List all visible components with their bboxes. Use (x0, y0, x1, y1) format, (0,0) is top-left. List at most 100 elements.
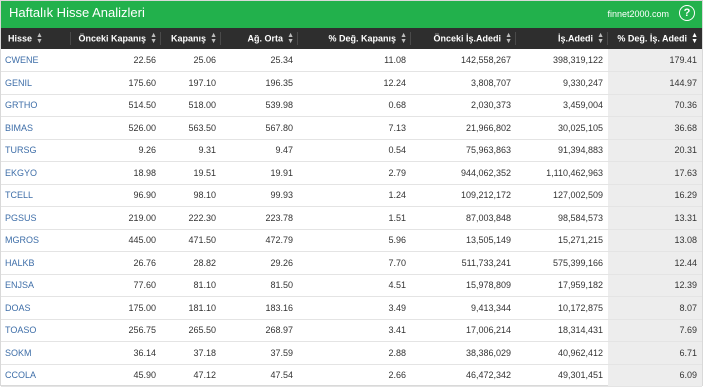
sort-icon: ▲ ▼ (400, 31, 407, 45)
stock-symbol-link[interactable]: CCOLA (1, 364, 71, 387)
volume-cell: 127,002,509 (516, 184, 608, 207)
table-header-row: Hisse ▲ ▼ Önceki Kapanış ▲ ▼ Kapanış ▲ ▼ Ağ. O… (1, 28, 702, 49)
close-change-cell: 0.54 (298, 139, 411, 162)
table-row: HALKB 26.76 28.82 29.26 7.70 511,733,241 575,3… (1, 251, 702, 275)
prev-volume-cell: 511,733,241 (411, 251, 516, 275)
volume-change-cell: 8.07 (608, 296, 702, 320)
close-cell: 9.31 (161, 139, 221, 162)
table-row: CCOLA 45.90 47.12 47.54 2.66 46,472,342 49,301… (1, 364, 702, 387)
column-header-deg-is-adedi[interactable]: % Değ. İş. Adedi ▲ ▼ (608, 28, 702, 49)
close-cell: 47.12 (161, 364, 221, 387)
prev-volume-cell: 75,963,863 (411, 139, 516, 162)
weighted-avg-cell: 29.26 (221, 251, 298, 275)
table-row: TURSG 9.26 9.31 9.47 0.54 75,963,863 91,394,88… (1, 139, 702, 162)
stock-symbol-link[interactable]: GRTHO (1, 94, 71, 117)
stock-symbol-link[interactable]: SOKM (1, 341, 71, 365)
volume-change-cell: 6.09 (608, 364, 702, 387)
stock-symbol-link[interactable]: GENIL (1, 71, 71, 95)
stock-symbol-link[interactable]: ENJSA (1, 274, 71, 297)
weighted-avg-cell: 81.50 (221, 274, 298, 297)
weighted-avg-cell: 25.34 (221, 49, 298, 72)
column-header-hisse[interactable]: Hisse ▲ ▼ (1, 28, 71, 49)
column-header-ag-orta[interactable]: Ağ. Orta ▲ ▼ (221, 28, 298, 49)
stock-symbol-link[interactable]: HALKB (1, 251, 71, 275)
column-header-onceki-is-adedi[interactable]: Önceki İş.Adedi ▲ ▼ (411, 28, 516, 49)
volume-cell: 49,301,451 (516, 364, 608, 387)
close-cell: 28.82 (161, 251, 221, 275)
close-cell: 563.50 (161, 116, 221, 140)
stock-symbol-link[interactable]: CWENE (1, 49, 71, 72)
stock-symbol-link[interactable]: BIMAS (1, 116, 71, 140)
table-body: CWENE 22.56 25.06 25.34 11.08 142,558,267 398,… (1, 49, 702, 387)
volume-change-cell: 12.39 (608, 274, 702, 297)
stock-symbol-link[interactable]: PGSUS (1, 206, 71, 230)
volume-cell: 98,584,573 (516, 206, 608, 230)
column-header-label: % Değ. İş. Adedi (617, 32, 688, 43)
volume-cell: 91,394,883 (516, 139, 608, 162)
volume-change-cell: 70.36 (608, 94, 702, 117)
weighted-avg-cell: 183.16 (221, 296, 298, 320)
volume-change-cell: 16.29 (608, 184, 702, 207)
stock-symbol-link[interactable]: TCELL (1, 184, 71, 207)
prev-close-cell: 514.50 (71, 94, 161, 117)
stock-symbol-link[interactable]: DOAS (1, 296, 71, 320)
brand-label: finnet2000.com (607, 9, 669, 19)
stock-symbol-link[interactable]: TOASO (1, 319, 71, 342)
column-header-kapanis[interactable]: Kapanış ▲ ▼ (161, 28, 221, 49)
sort-icon: ▲ ▼ (287, 31, 294, 45)
stock-symbol-link[interactable]: MGROS (1, 229, 71, 252)
weighted-avg-cell: 99.93 (221, 184, 298, 207)
sort-icon: ▲ ▼ (597, 31, 604, 45)
prev-volume-cell: 46,472,342 (411, 364, 516, 387)
sort-icon: ▲ ▼ (36, 31, 43, 45)
volume-change-cell: 6.71 (608, 341, 702, 365)
volume-cell: 9,330,247 (516, 71, 608, 95)
prev-close-cell: 9.26 (71, 139, 161, 162)
prev-close-cell: 36.14 (71, 341, 161, 365)
widget-title-bar: Haftalık Hisse Analizleri finnet2000.com… (1, 1, 702, 28)
close-cell: 197.10 (161, 71, 221, 95)
column-header-deg-kapanis[interactable]: % Değ. Kapanış ▲ ▼ (298, 28, 411, 49)
close-cell: 222.30 (161, 206, 221, 230)
close-change-cell: 1.24 (298, 184, 411, 207)
volume-change-cell: 20.31 (608, 139, 702, 162)
prev-close-cell: 45.90 (71, 364, 161, 387)
close-change-cell: 5.96 (298, 229, 411, 252)
column-header-is-adedi[interactable]: İş.Adedi ▲ ▼ (516, 28, 608, 49)
help-icon[interactable]: ? (679, 5, 695, 21)
prev-close-cell: 96.90 (71, 184, 161, 207)
prev-volume-cell: 3,808,707 (411, 71, 516, 95)
close-change-cell: 12.24 (298, 71, 411, 95)
weighted-avg-cell: 567.80 (221, 116, 298, 140)
volume-change-cell: 17.63 (608, 161, 702, 185)
prev-volume-cell: 13,505,149 (411, 229, 516, 252)
prev-close-cell: 22.56 (71, 49, 161, 72)
volume-cell: 40,962,412 (516, 341, 608, 365)
column-header-label: Kapanış (171, 32, 207, 43)
prev-close-cell: 26.76 (71, 251, 161, 275)
stock-symbol-link[interactable]: TURSG (1, 139, 71, 162)
volume-cell: 10,172,875 (516, 296, 608, 320)
stock-analysis-table: Hisse ▲ ▼ Önceki Kapanış ▲ ▼ Kapanış ▲ ▼ Ağ. O… (1, 28, 702, 387)
table-row: ENJSA 77.60 81.10 81.50 4.51 15,978,809 17,959… (1, 274, 702, 297)
stock-symbol-link[interactable]: EKGYO (1, 161, 71, 185)
column-header-label: Önceki İş.Adedi (433, 32, 502, 43)
close-cell: 98.10 (161, 184, 221, 207)
column-header-onceki-kapanis[interactable]: Önceki Kapanış ▲ ▼ (71, 28, 161, 49)
column-header-label: Ağ. Orta (247, 32, 284, 43)
volume-change-cell: 7.69 (608, 319, 702, 342)
volume-cell: 575,399,166 (516, 251, 608, 275)
prev-volume-cell: 2,030,373 (411, 94, 516, 117)
close-change-cell: 4.51 (298, 274, 411, 297)
table-row: GRTHO 514.50 518.00 539.98 0.68 2,030,373 3,45… (1, 94, 702, 117)
column-header-label: Hisse (8, 32, 33, 43)
prev-volume-cell: 21,966,802 (411, 116, 516, 140)
volume-change-cell: 144.97 (608, 71, 702, 95)
close-cell: 81.10 (161, 274, 221, 297)
close-change-cell: 7.70 (298, 251, 411, 275)
table-row: CWENE 22.56 25.06 25.34 11.08 142,558,267 398,… (1, 49, 702, 72)
close-change-cell: 2.66 (298, 364, 411, 387)
sort-icon: ▲ ▼ (691, 31, 698, 45)
table-row: BIMAS 526.00 563.50 567.80 7.13 21,966,802 30,… (1, 116, 702, 140)
sort-icon: ▲ ▼ (150, 31, 157, 45)
